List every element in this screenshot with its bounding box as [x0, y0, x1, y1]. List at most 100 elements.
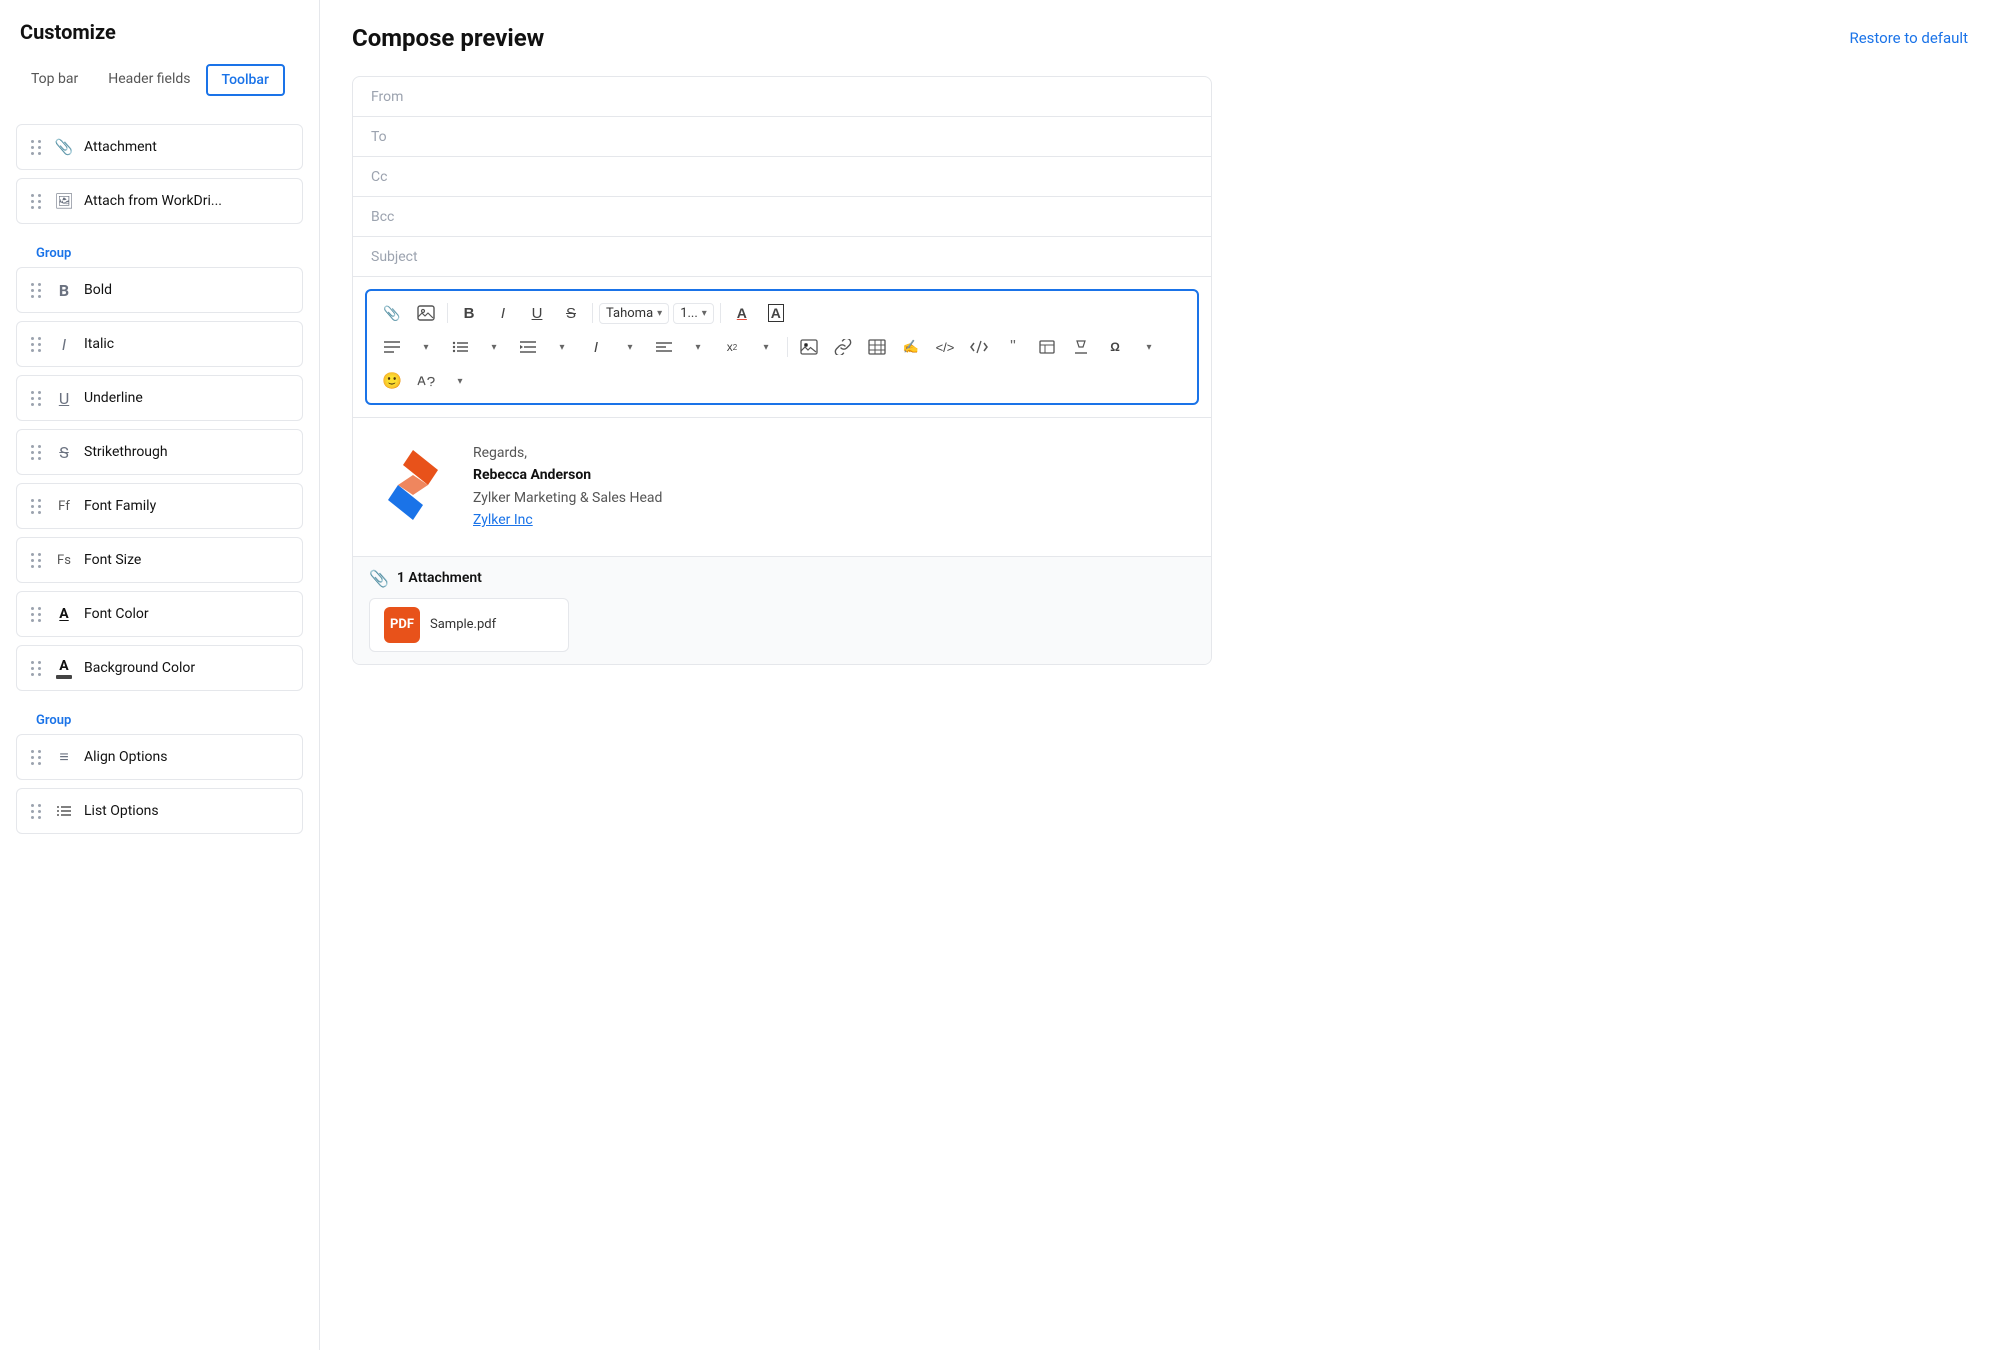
text-dir-dropdown[interactable]: ▾	[615, 333, 645, 361]
signature-button[interactable]: ✍	[896, 333, 926, 361]
code-block-button[interactable]	[964, 333, 994, 361]
list-item[interactable]: Ff Font Family	[16, 483, 303, 529]
tab-toolbar[interactable]: Toolbar	[206, 64, 285, 96]
list-item[interactable]: U Underline	[16, 375, 303, 421]
list-item[interactable]: ≡ Align Options	[16, 734, 303, 780]
subject-field[interactable]: Subject	[353, 237, 1211, 277]
superscript-button[interactable]: x2	[717, 333, 747, 361]
list-item[interactable]: I Italic	[16, 321, 303, 367]
to-field[interactable]: To	[353, 117, 1211, 157]
special-char-dropdown[interactable]: ▾	[1134, 333, 1164, 361]
link-button[interactable]	[828, 333, 858, 361]
restore-to-default-link[interactable]: Restore to default	[1849, 29, 1968, 47]
item-label: Bold	[84, 282, 288, 298]
bold-button[interactable]: B	[454, 299, 484, 327]
attachment-icon: 📎	[54, 137, 74, 157]
font-color-icon: A	[54, 604, 74, 624]
code-button[interactable]: </>	[930, 333, 960, 361]
from-field[interactable]: From	[353, 77, 1211, 117]
sidebar-items-list: 📎 Attachment 🖼 Attach from WorkDri... Gr…	[0, 112, 319, 834]
sig-name: Rebecca Anderson	[473, 464, 662, 486]
emoji-button[interactable]: 🙂	[377, 367, 407, 395]
to-label: To	[371, 129, 411, 145]
font-size-label: 1...	[680, 306, 698, 321]
tab-top-bar[interactable]: Top bar	[16, 64, 93, 96]
compose-area: From To Cc Bcc Subject 📎 B	[352, 76, 1212, 665]
drag-handle-icon	[31, 804, 42, 819]
list-icon	[54, 801, 74, 821]
quote-button[interactable]: "	[998, 333, 1028, 361]
list-item[interactable]: A Font Color	[16, 591, 303, 637]
item-label: Align Options	[84, 749, 288, 765]
attachment-count-label: 1 Attachment	[397, 570, 482, 586]
list-item[interactable]: 🖼 Attach from WorkDri...	[16, 178, 303, 224]
group-label-2: Group	[16, 699, 303, 734]
toolbar: 📎 B I U S Tahoma ▾ 1...	[365, 289, 1199, 405]
list-item[interactable]: S Strikethrough	[16, 429, 303, 475]
list-item[interactable]: 📎 Attachment	[16, 124, 303, 170]
item-label: List Options	[84, 803, 288, 819]
line-height-dropdown[interactable]: ▾	[683, 333, 713, 361]
size-chevron-icon: ▾	[702, 308, 707, 319]
cc-label: Cc	[371, 169, 411, 185]
list-item[interactable]: B Bold	[16, 267, 303, 313]
underline-button[interactable]: U	[522, 299, 552, 327]
drag-handle-icon	[31, 337, 42, 352]
list-dropdown[interactable]: ▾	[479, 333, 509, 361]
clear-format-button[interactable]	[1066, 333, 1096, 361]
bcc-field[interactable]: Bcc	[353, 197, 1211, 237]
item-label: Font Size	[84, 552, 288, 568]
list-button[interactable]	[445, 333, 475, 361]
sidebar: Customize Top bar Header fields Toolbar …	[0, 0, 320, 1350]
line-height-button[interactable]	[649, 333, 679, 361]
attach-button[interactable]: 📎	[377, 299, 407, 327]
text-dir-button[interactable]: I	[581, 333, 611, 361]
font-size-selector[interactable]: 1... ▾	[673, 303, 714, 324]
signature-text: Regards, Rebecca Anderson Zylker Marketi…	[473, 442, 662, 532]
list-item[interactable]: Fs Font Size	[16, 537, 303, 583]
list-item[interactable]: List Options	[16, 788, 303, 834]
font-color-button[interactable]: A	[727, 299, 757, 327]
page-title: Compose preview	[352, 24, 544, 52]
insert-image-tb-button[interactable]	[794, 333, 824, 361]
indent-dropdown[interactable]: ▾	[547, 333, 577, 361]
toolbar-row-2: ▾ ▾ ▾ I ▾ ▾ x2 ▾	[377, 333, 1187, 361]
drag-handle-icon	[31, 553, 42, 568]
table-button[interactable]	[862, 333, 892, 361]
drag-handle-icon	[31, 750, 42, 765]
workdrive-icon: 🖼	[54, 191, 74, 211]
sig-company-link[interactable]: Zylker Inc	[473, 512, 533, 528]
toolbar-separator	[447, 303, 448, 323]
italic-icon: I	[54, 334, 74, 354]
sidebar-title: Customize	[0, 20, 319, 64]
font-family-selector[interactable]: Tahoma ▾	[599, 303, 669, 324]
list-item[interactable]: A Background Color	[16, 645, 303, 691]
italic-button[interactable]: I	[488, 299, 518, 327]
table2-button[interactable]	[1032, 333, 1062, 361]
bcc-label: Bcc	[371, 209, 411, 225]
align-dropdown[interactable]: ▾	[411, 333, 441, 361]
cc-field[interactable]: Cc	[353, 157, 1211, 197]
tab-header-fields[interactable]: Header fields	[93, 64, 205, 96]
spellcheck-dropdown[interactable]: ▾	[445, 367, 475, 395]
attachment-clip-icon: 📎	[369, 569, 389, 588]
toolbar-separator	[787, 337, 788, 357]
indent-button[interactable]	[513, 333, 543, 361]
spellcheck-button[interactable]	[411, 367, 441, 395]
superscript-dropdown[interactable]: ▾	[751, 333, 781, 361]
item-label: Italic	[84, 336, 288, 352]
insert-image-button[interactable]	[411, 299, 441, 327]
font-family-icon: Ff	[54, 496, 74, 516]
drag-handle-icon	[31, 661, 42, 676]
special-char-button[interactable]: Ω	[1100, 333, 1130, 361]
drag-handle-icon	[31, 391, 42, 406]
align-button[interactable]	[377, 333, 407, 361]
pdf-icon: PDF	[384, 607, 420, 643]
group-label-1: Group	[16, 232, 303, 267]
drag-handle-icon	[31, 499, 42, 514]
toolbar-row-1: 📎 B I U S Tahoma ▾ 1...	[377, 299, 1187, 327]
bg-color-button[interactable]: A	[761, 299, 791, 327]
strikethrough-button[interactable]: S	[556, 299, 586, 327]
drag-handle-icon	[31, 283, 42, 298]
attachment-file-item[interactable]: PDF Sample.pdf	[369, 598, 569, 652]
